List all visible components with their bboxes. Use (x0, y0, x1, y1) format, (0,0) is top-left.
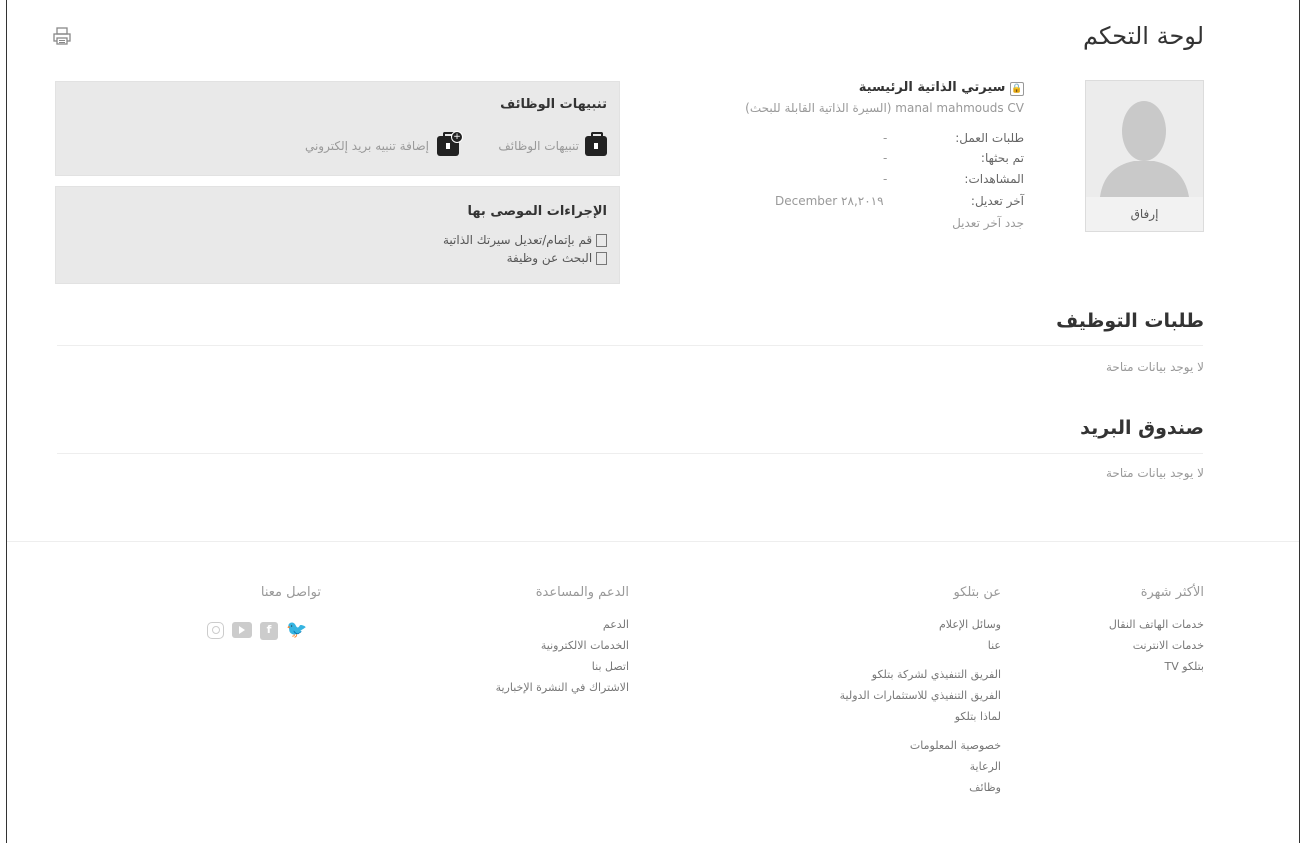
right-border (1299, 0, 1300, 843)
complete-cv-label: قم بإتمام/تعديل سيرتك الذاتية (442, 233, 593, 247)
facebook-icon[interactable]: f (260, 622, 278, 640)
applications-empty-text: لا يوجد بيانات متاحة (1105, 360, 1204, 374)
footer-link[interactable]: الاشتراك في النشرة الإخبارية (379, 681, 629, 694)
job-search-label: البحث عن وظيفة (506, 251, 593, 265)
footer-link[interactable]: عنا (751, 639, 1001, 652)
footer-link[interactable]: خدمات الانترنت (1004, 639, 1204, 652)
cv-label-applications: طلبات العمل: (955, 131, 1024, 145)
briefcase-icon (585, 132, 607, 156)
cv-value-last-edit: December ٢٨,٢٠١٩ (775, 194, 884, 208)
mailbox-empty-text: لا يوجد بيانات متاحة (1105, 466, 1204, 480)
add-alert-icon: + (437, 131, 463, 156)
footer-link[interactable]: وظائف (751, 781, 1001, 794)
footer-contact-title: تواصل معنا (260, 585, 321, 600)
search-document-icon (596, 252, 607, 265)
footer-popular: الأكثر شهرة خدمات الهاتف النقال خدمات ال… (1004, 585, 1204, 673)
footer-link[interactable]: بتلكو TV (1004, 660, 1204, 673)
footer-link[interactable]: اتصل بنا (379, 660, 629, 673)
footer-link[interactable]: وسائل الإعلام (751, 618, 1001, 631)
twitter-icon[interactable]: 🐦 (286, 622, 307, 639)
print-icon[interactable] (52, 26, 72, 46)
job-alerts-link[interactable]: تنبيهات الوظائف (498, 132, 607, 156)
renew-last-edit-link[interactable]: جدد آخر تعديل (952, 216, 1024, 230)
job-alerts-box: تنبيهات الوظائف تنبيهات الوظائف + إضافة … (55, 81, 620, 176)
cv-label-searched: تم بحثها: (980, 151, 1024, 165)
footer-divider (7, 541, 1299, 542)
footer-support: الدعم والمساعدة الدعم الخدمات الالكتروني… (379, 585, 629, 694)
divider (57, 345, 1203, 346)
applications-title: طلبات التوظيف (1056, 310, 1204, 332)
complete-cv-link[interactable]: قم بإتمام/تعديل سيرتك الذاتية (443, 233, 607, 247)
footer-link[interactable]: الرعاية (751, 760, 1001, 773)
footer-link[interactable]: خدمات الهاتف النقال (1004, 618, 1204, 631)
instagram-icon[interactable] (207, 622, 224, 639)
footer-about-title: عن بتلكو (953, 585, 1001, 600)
job-search-link[interactable]: البحث عن وظيفة (507, 251, 607, 265)
footer-link[interactable]: الفريق التنفيذي لشركة بتلكو (751, 668, 1001, 681)
profile-photo: إرفاق (1085, 80, 1204, 232)
footer-contact: تواصل معنا (171, 585, 321, 600)
job-alerts-title: تنبيهات الوظائف (500, 97, 607, 112)
document-icon (596, 234, 607, 247)
mailbox-title: صندوق البريد (1080, 417, 1204, 439)
cv-lock-icon: 🔒 (1010, 82, 1024, 96)
user-silhouette-icon (1100, 101, 1189, 197)
footer-about: عن بتلكو وسائل الإعلام عنا الفريق التنفي… (751, 585, 1001, 794)
footer-link[interactable]: لماذا بتلكو (751, 710, 1001, 723)
footer-link[interactable]: خصوصية المعلومات (751, 739, 1001, 752)
upload-photo-button[interactable]: إرفاق (1086, 197, 1203, 231)
divider (57, 453, 1203, 454)
recommended-actions-box: الإجراءات الموصى بها قم بإتمام/تعديل سير… (55, 186, 620, 284)
footer-link[interactable]: الخدمات الالكترونية (379, 639, 629, 652)
cv-value-searched: - (883, 151, 888, 165)
cv-title-link[interactable]: سيرتي الذاتية الرئيسية (859, 80, 1006, 95)
cv-label-views: المشاهدات: (964, 172, 1024, 186)
recommended-actions-title: الإجراءات الموصى بها (467, 204, 607, 219)
add-email-alert-link[interactable]: + إضافة تنبيه بريد إلكتروني (304, 131, 463, 156)
cv-label-last-edit: آخر تعديل: (970, 194, 1024, 208)
youtube-icon[interactable] (232, 622, 252, 638)
page-title: لوحة التحكم (1083, 22, 1204, 50)
social-icons: f 🐦 (207, 622, 307, 640)
footer-popular-title: الأكثر شهرة (1140, 585, 1204, 600)
footer-support-title: الدعم والمساعدة (535, 585, 629, 600)
job-alerts-label: تنبيهات الوظائف (498, 139, 579, 153)
add-email-alert-label: إضافة تنبيه بريد إلكتروني (304, 139, 429, 153)
cv-value-views: - (883, 172, 888, 186)
footer-link[interactable]: الفريق التنفيذي للاستثمارات الدولية (751, 689, 1001, 702)
footer-link[interactable]: الدعم (379, 618, 629, 631)
left-border (6, 0, 7, 843)
cv-value-applications: - (883, 131, 888, 145)
